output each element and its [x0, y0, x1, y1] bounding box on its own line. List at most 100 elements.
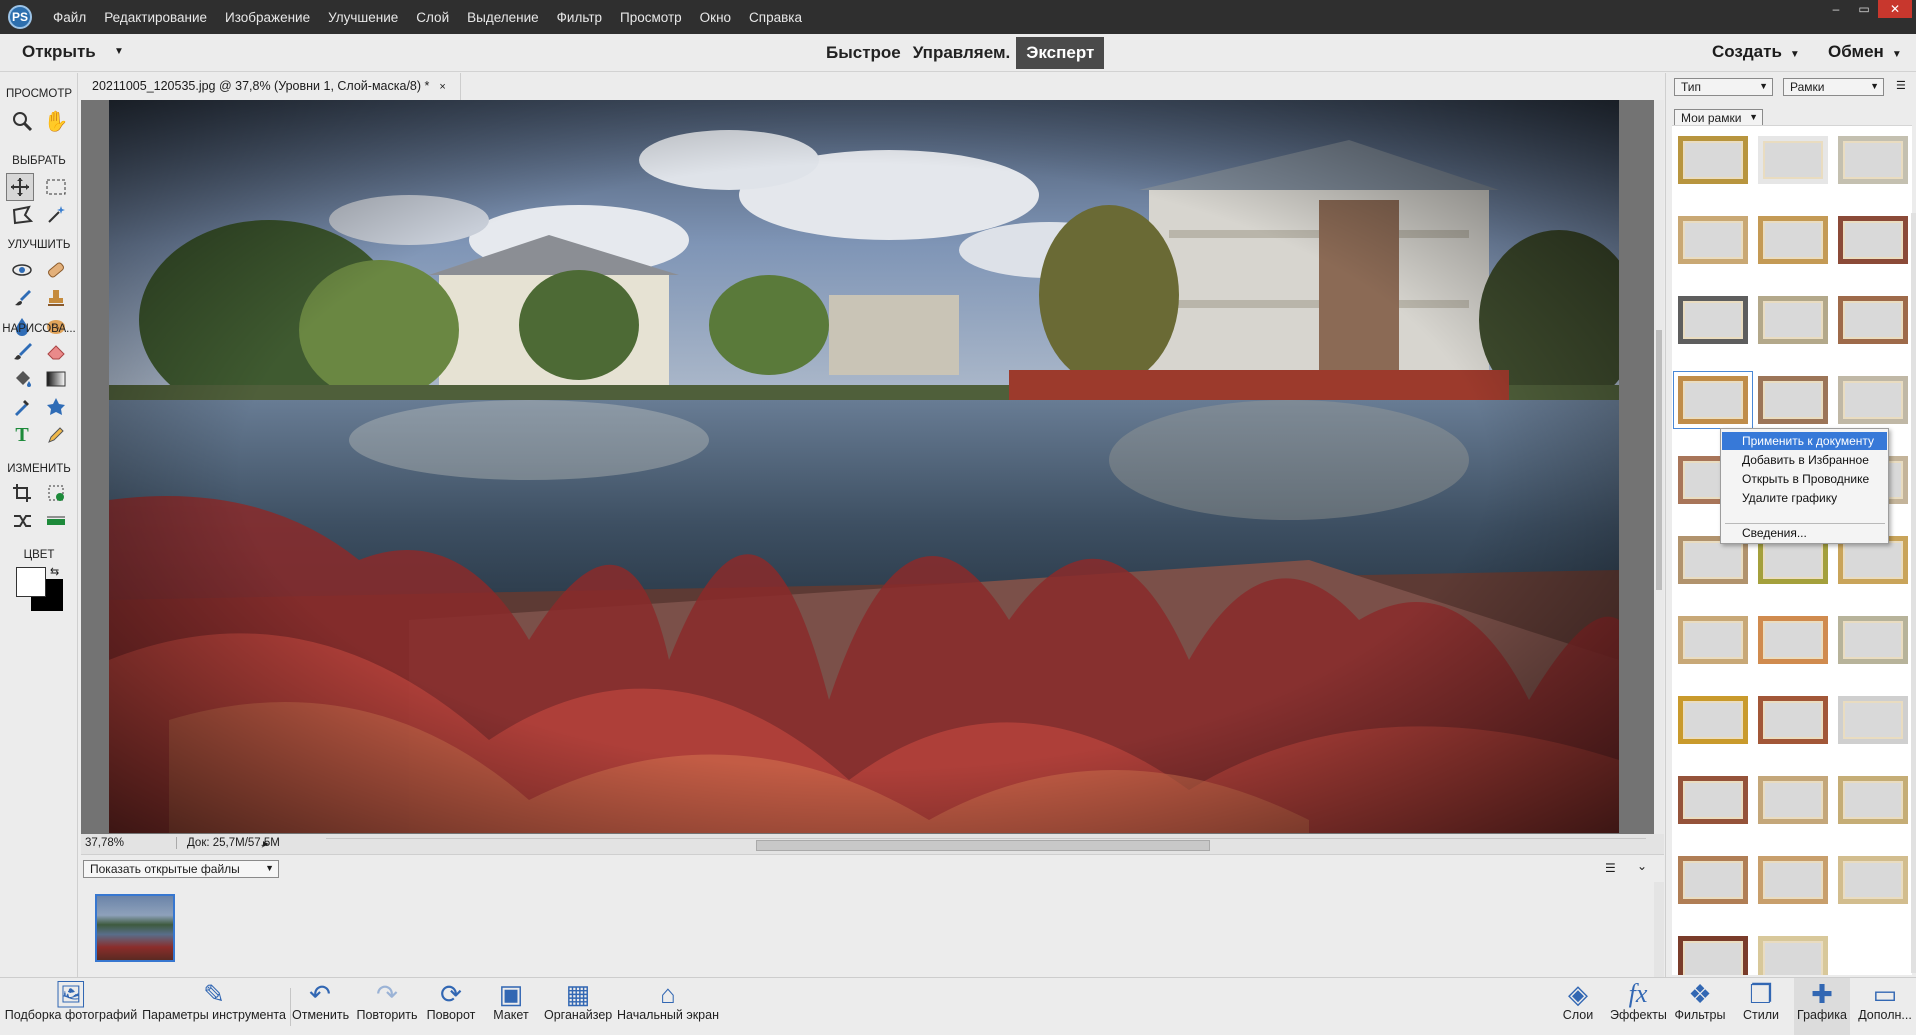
effects-button[interactable]: fx Эффекты — [1610, 978, 1667, 1035]
frame-thumbnail[interactable] — [1758, 616, 1828, 664]
frame-thumbnail[interactable] — [1838, 856, 1908, 904]
crop-tool-icon[interactable] — [8, 479, 36, 507]
open-file-thumbnail[interactable] — [95, 894, 175, 962]
hand-tool-icon[interactable]: ✋ — [42, 107, 70, 135]
type-select[interactable]: Тип ▼ — [1674, 78, 1773, 96]
straighten-tool-icon[interactable] — [42, 507, 70, 535]
gradient-tool-icon[interactable] — [42, 365, 70, 393]
ctx-apply-to-document[interactable]: Применить к документу — [1722, 432, 1887, 450]
menu-layer[interactable]: Слой — [407, 10, 458, 25]
canvas[interactable] — [81, 100, 1654, 834]
share-button[interactable]: Обмен ▼ — [1828, 42, 1902, 62]
paint-bucket-tool-icon[interactable] — [8, 365, 36, 393]
undo-button[interactable]: ↶ Отменить — [292, 978, 349, 1035]
menu-file[interactable]: Файл — [44, 10, 95, 25]
panel-options-icon[interactable]: ☰ — [1896, 79, 1906, 92]
frame-thumbnail[interactable] — [1838, 376, 1908, 424]
document-image[interactable] — [109, 100, 1619, 833]
organizer-button[interactable]: ▦ Органайзер — [544, 978, 612, 1035]
more-button[interactable]: ▭ Дополн... — [1856, 978, 1914, 1035]
minimize-button[interactable]: – — [1822, 0, 1850, 18]
recompose-tool-icon[interactable] — [42, 479, 70, 507]
graphics-button[interactable]: ✚ Графика — [1794, 978, 1850, 1035]
swap-colors-icon[interactable]: ⇆ — [50, 565, 59, 578]
frame-thumbnail[interactable] — [1838, 616, 1908, 664]
red-eye-tool-icon[interactable] — [8, 256, 36, 284]
tool-options-button[interactable]: ✎ Параметры инструмента — [140, 978, 288, 1035]
status-arrow-icon[interactable]: ▸ — [263, 836, 269, 850]
menu-view[interactable]: Просмотр — [611, 10, 691, 25]
home-screen-button[interactable]: ⌂ Начальный экран — [617, 978, 719, 1035]
spot-healing-tool-icon[interactable] — [42, 256, 70, 284]
brush-tool-icon[interactable] — [8, 337, 36, 365]
frame-thumbnail[interactable] — [1758, 136, 1828, 184]
layout-button[interactable]: ▣ Макет — [488, 978, 534, 1035]
horizontal-scroll-thumb[interactable] — [756, 840, 1210, 851]
frame-thumbnail[interactable] — [1678, 936, 1748, 975]
ctx-info[interactable]: Сведения... — [1722, 524, 1887, 542]
frame-thumbnail[interactable] — [1838, 296, 1908, 344]
frame-thumbnail[interactable] — [1838, 776, 1908, 824]
frame-thumbnail[interactable] — [1678, 216, 1748, 264]
styles-button[interactable]: ❐ Стили — [1740, 978, 1782, 1035]
bin-options-icon[interactable]: ☰ — [1605, 861, 1616, 875]
eyedropper-tool-icon[interactable] — [8, 393, 36, 421]
frame-thumbnail[interactable] — [1758, 936, 1828, 975]
menu-help[interactable]: Справка — [740, 10, 811, 25]
mode-guided[interactable]: Управляем. — [907, 38, 1017, 68]
open-button[interactable]: Открыть — [22, 42, 96, 62]
frame-thumbnail[interactable] — [1678, 856, 1748, 904]
frame-thumbnail[interactable] — [1678, 696, 1748, 744]
marquee-tool-icon[interactable] — [42, 173, 70, 201]
app-logo[interactable]: PS — [8, 5, 32, 29]
frame-thumbnail[interactable] — [1838, 216, 1908, 264]
mode-expert[interactable]: Эксперт — [1016, 37, 1105, 69]
zoom-tool-icon[interactable] — [8, 107, 36, 135]
lasso-tool-icon[interactable] — [8, 201, 36, 229]
frame-thumbnail[interactable] — [1678, 616, 1748, 664]
photo-bin-select[interactable]: Показать открытые файлы ▼ — [83, 860, 279, 878]
category-select[interactable]: Рамки ▼ — [1783, 78, 1884, 96]
custom-shape-tool-icon[interactable] — [42, 393, 70, 421]
photo-bin-button[interactable]: 🖼 Подборка фотографий — [4, 978, 138, 1035]
content-aware-move-tool-icon[interactable] — [8, 507, 36, 535]
redo-button[interactable]: ↷ Повторить — [355, 978, 419, 1035]
frame-thumbnail[interactable] — [1678, 776, 1748, 824]
menu-image[interactable]: Изображение — [216, 10, 319, 25]
zoom-level[interactable]: 37,78% — [85, 837, 124, 849]
type-tool-icon[interactable]: T — [8, 421, 36, 449]
vertical-scroll-thumb[interactable] — [1656, 330, 1662, 590]
frame-thumbnail[interactable] — [1758, 376, 1828, 424]
frame-thumbnail[interactable] — [1758, 856, 1828, 904]
close-button[interactable]: ✕ — [1878, 0, 1912, 18]
clone-stamp-tool-icon[interactable] — [42, 284, 70, 312]
open-dropdown-icon[interactable]: ▼ — [114, 46, 124, 57]
eraser-tool-icon[interactable] — [42, 337, 70, 365]
menu-edit[interactable]: Редактирование — [95, 10, 216, 25]
menu-select[interactable]: Выделение — [458, 10, 548, 25]
frame-thumbnail[interactable] — [1673, 371, 1753, 429]
horizontal-scrollbar[interactable] — [326, 838, 1646, 851]
create-button[interactable]: Создать ▼ — [1712, 42, 1800, 62]
magic-wand-tool-icon[interactable] — [42, 201, 70, 229]
ctx-add-to-favorites[interactable]: Добавить в Избранное — [1722, 451, 1887, 469]
mode-quick[interactable]: Быстрое — [820, 38, 907, 68]
frame-thumbnail[interactable] — [1758, 776, 1828, 824]
menu-enhance[interactable]: Улучшение — [319, 10, 407, 25]
bin-scrollbar[interactable] — [1654, 882, 1664, 977]
vertical-scrollbar[interactable] — [1654, 100, 1664, 834]
frame-thumbnail[interactable] — [1758, 216, 1828, 264]
frame-thumbnail[interactable] — [1838, 136, 1908, 184]
restore-button[interactable]: ▭ — [1850, 0, 1878, 18]
layers-button[interactable]: ◈ Слои — [1558, 978, 1598, 1035]
collapse-bin-icon[interactable]: ⌄ — [1637, 859, 1647, 873]
ctx-delete-graphic[interactable]: Удалите графику — [1722, 489, 1887, 507]
ctx-show-in-explorer[interactable]: Открыть в Проводнике — [1722, 470, 1887, 488]
frame-thumbnail[interactable] — [1678, 296, 1748, 344]
frame-thumbnail[interactable] — [1678, 136, 1748, 184]
frame-thumbnail[interactable] — [1758, 696, 1828, 744]
pencil-tool-icon[interactable] — [42, 421, 70, 449]
close-tab-icon[interactable]: × — [439, 81, 445, 93]
move-tool-icon[interactable] — [6, 173, 34, 201]
smart-brush-tool-icon[interactable] — [8, 284, 36, 312]
